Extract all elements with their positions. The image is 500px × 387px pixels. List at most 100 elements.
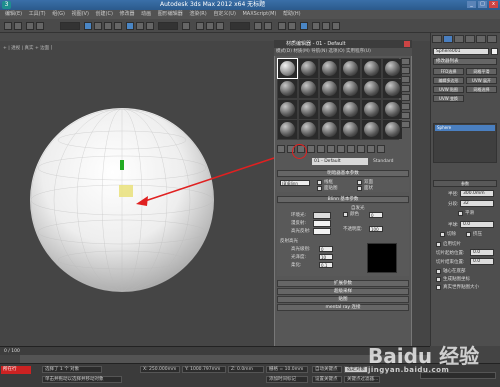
align-icon[interactable] bbox=[264, 22, 272, 30]
maximize-button[interactable]: □ bbox=[478, 1, 487, 8]
select-by-name-icon[interactable] bbox=[94, 22, 102, 30]
selected-set-dropdown[interactable]: 选定对象 bbox=[344, 366, 368, 373]
maps-rollout[interactable]: 贴图 bbox=[277, 296, 409, 303]
glossiness-field[interactable]: 10 bbox=[319, 254, 333, 260]
sample-slot[interactable] bbox=[383, 99, 402, 119]
slice-to-field[interactable]: 0.0 bbox=[470, 258, 494, 265]
pivot-base-checkbox[interactable] bbox=[436, 269, 441, 274]
menu-animation[interactable]: 动画 bbox=[141, 10, 151, 19]
uvw-xform-button[interactable]: UVW 变换 bbox=[433, 95, 464, 102]
menu-customize[interactable]: 自定义(U) bbox=[213, 10, 236, 19]
link-icon[interactable] bbox=[26, 22, 34, 30]
real-world-checkbox[interactable] bbox=[436, 285, 441, 290]
make-unique-icon[interactable] bbox=[317, 145, 325, 153]
supersampling-rollout[interactable]: 超级采样 bbox=[277, 288, 409, 295]
parameters-rollout[interactable]: 参数 bbox=[433, 180, 497, 187]
sample-slot[interactable] bbox=[362, 79, 381, 99]
specular-level-field[interactable]: 0 bbox=[319, 246, 333, 252]
show-end-result-icon[interactable] bbox=[357, 145, 365, 153]
sample-slot[interactable] bbox=[277, 58, 298, 79]
menu-tools[interactable]: 工具(T) bbox=[29, 10, 46, 19]
hemisphere-field[interactable]: 0.0 bbox=[460, 221, 494, 228]
shader-type-dropdown[interactable]: (B)Blinn bbox=[280, 180, 310, 186]
radius-field[interactable]: 300.0mm bbox=[460, 190, 494, 197]
select-icon[interactable] bbox=[84, 22, 92, 30]
material-editor-menu[interactable]: 模式(D) 材质(M) 导航(N) 选项(O) 实用程序(U) bbox=[274, 48, 412, 56]
meshsmooth-button[interactable]: 网格平滑 bbox=[466, 68, 497, 75]
uvw-unwrap-button[interactable]: UVW 展开 bbox=[466, 77, 497, 84]
segments-field[interactable]: 32 bbox=[460, 200, 494, 207]
backlight-icon[interactable] bbox=[401, 67, 410, 74]
viewport-label[interactable]: + | 透视 | 真实 + 边面 ] bbox=[3, 45, 52, 51]
soften-field[interactable]: 0.1 bbox=[319, 262, 333, 268]
squash-radio[interactable] bbox=[466, 232, 471, 237]
sample-slot[interactable] bbox=[278, 119, 297, 139]
slice-on-checkbox[interactable] bbox=[436, 242, 441, 247]
selection-filter-dropdown[interactable] bbox=[60, 22, 80, 30]
material-type-button[interactable]: Standard bbox=[373, 158, 393, 165]
undo-icon[interactable] bbox=[4, 22, 12, 30]
sample-slot[interactable] bbox=[383, 119, 402, 139]
hierarchy-tab-icon[interactable] bbox=[454, 35, 464, 43]
mental-ray-rollout[interactable]: mental ray 连接 bbox=[277, 304, 409, 311]
sample-slot[interactable] bbox=[299, 99, 318, 119]
menu-create[interactable]: 创建(C) bbox=[96, 10, 113, 19]
time-slider[interactable]: 0 / 100 bbox=[0, 346, 430, 355]
menu-views[interactable]: 视图(V) bbox=[72, 10, 89, 19]
object-name-field[interactable]: Sphere001 bbox=[433, 48, 489, 55]
modify-tab-icon[interactable] bbox=[443, 35, 453, 43]
motion-tab-icon[interactable] bbox=[465, 35, 475, 43]
mirror-icon[interactable] bbox=[254, 22, 262, 30]
sample-slot[interactable] bbox=[299, 59, 318, 78]
faceted-checkbox[interactable] bbox=[357, 186, 362, 191]
percent-snap-icon[interactable] bbox=[216, 22, 224, 30]
video-check-icon[interactable] bbox=[401, 94, 410, 101]
add-time-tag[interactable]: 添加时间标记 bbox=[266, 376, 308, 383]
layer-manager-icon[interactable] bbox=[278, 22, 286, 30]
auto-key-button[interactable]: 自动关键点 bbox=[312, 366, 342, 373]
menu-rendering[interactable]: 渲染(R) bbox=[189, 10, 206, 19]
sample-slot[interactable] bbox=[341, 59, 360, 78]
go-forward-icon[interactable] bbox=[377, 145, 385, 153]
self-illum-color-checkbox[interactable] bbox=[343, 212, 348, 217]
create-tab-icon[interactable] bbox=[432, 35, 442, 43]
mesh-select-button[interactable]: 网格选择 bbox=[466, 86, 497, 93]
window-crossing-icon[interactable] bbox=[114, 22, 122, 30]
sample-slot[interactable] bbox=[299, 79, 318, 99]
self-illum-value[interactable]: 0 bbox=[369, 212, 383, 218]
object-color-swatch[interactable] bbox=[491, 48, 498, 55]
redo-icon[interactable] bbox=[14, 22, 22, 30]
modifier-list-dropdown[interactable]: 修改器列表 bbox=[433, 58, 497, 65]
select-by-material-icon[interactable] bbox=[401, 121, 410, 128]
material-name-field[interactable]: 01 - Default bbox=[312, 158, 368, 165]
menu-graph-editors[interactable]: 图形编辑器 bbox=[158, 10, 183, 19]
ffd-select-button[interactable]: FFD选择 bbox=[433, 68, 464, 75]
pivot-icon[interactable] bbox=[182, 22, 190, 30]
sample-slot[interactable] bbox=[383, 59, 402, 78]
angle-snap-icon[interactable] bbox=[206, 22, 214, 30]
uvw-map-button[interactable]: UVW 贴图 bbox=[433, 86, 464, 93]
set-key-button[interactable]: 设置关键点 bbox=[312, 376, 342, 383]
render-setup-icon[interactable] bbox=[312, 22, 320, 30]
specular-swatch[interactable] bbox=[313, 228, 331, 235]
curve-editor-icon[interactable] bbox=[288, 22, 296, 30]
gen-map-checkbox[interactable] bbox=[436, 277, 441, 282]
display-tab-icon[interactable] bbox=[476, 35, 486, 43]
put-to-library-icon[interactable] bbox=[327, 145, 335, 153]
sample-slot[interactable] bbox=[299, 119, 318, 139]
rect-region-icon[interactable] bbox=[104, 22, 112, 30]
stack-item-sphere[interactable]: Sphere bbox=[435, 125, 495, 131]
sample-slot[interactable] bbox=[341, 79, 360, 99]
named-selection-dropdown[interactable] bbox=[230, 22, 250, 30]
sample-slot[interactable] bbox=[320, 119, 339, 139]
ref-coord-dropdown[interactable] bbox=[158, 22, 178, 30]
sample-slot[interactable] bbox=[320, 99, 339, 119]
sample-slot[interactable] bbox=[362, 59, 381, 78]
sample-slot[interactable] bbox=[341, 99, 360, 119]
move-gizmo-plane[interactable] bbox=[119, 185, 133, 197]
edit-poly-button[interactable]: 编辑多边形 bbox=[433, 77, 464, 84]
two-sided-checkbox[interactable] bbox=[357, 180, 362, 185]
slice-from-field[interactable]: 0.0 bbox=[470, 249, 494, 256]
snap-icon[interactable] bbox=[196, 22, 204, 30]
menu-maxscript[interactable]: MAXScript(M) bbox=[242, 10, 276, 19]
